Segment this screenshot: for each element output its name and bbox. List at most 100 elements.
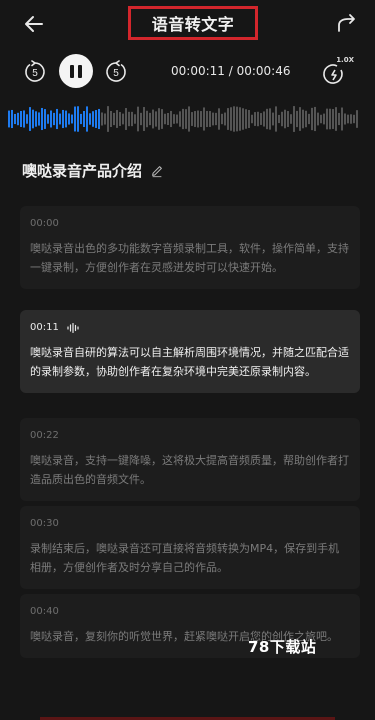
waveform-bar — [65, 110, 67, 128]
waveform-scrubber[interactable] — [8, 104, 358, 134]
waveform-bar — [269, 108, 271, 130]
pause-button[interactable] — [59, 54, 93, 88]
waveform-bar — [332, 109, 334, 129]
playback-speed-button[interactable]: 1.0X — [322, 56, 354, 86]
waveform-bar — [110, 110, 112, 128]
waveform-bar — [29, 107, 31, 131]
waveform-bar — [122, 113, 124, 125]
skip-forward-5-icon[interactable]: 5 — [104, 60, 128, 84]
waveform-bar — [281, 111, 283, 127]
waveform-bar — [167, 112, 169, 126]
waveform-bar — [8, 110, 10, 128]
waveform-bar — [86, 106, 88, 132]
segment-timestamp-row: 00:11 — [30, 322, 350, 333]
transcript-segment[interactable]: 00:00 噢哒录音出色的多功能数字音频录制工具，软件，操作简单，支持一键录制，… — [20, 206, 360, 289]
edit-pencil-icon[interactable] — [150, 164, 164, 178]
waveform-bar — [179, 111, 181, 127]
transcript-segment[interactable]: 00:30 录制结束后，噢哒录音还可直接将音频转换为MP4，保存到手机相册，方便… — [20, 506, 360, 589]
total-time: 00:00:46 — [236, 64, 291, 78]
waveform-bar — [182, 108, 184, 130]
waveform-bar — [266, 108, 268, 130]
waveform-bar — [287, 111, 289, 127]
share-icon[interactable] — [335, 11, 359, 35]
waveform-bar — [314, 106, 316, 132]
segment-text: 噢哒录音，支持一键降噪，这将极大提高音频质量，帮助创作者打造品质出色的音频文件。 — [30, 454, 349, 486]
waveform-bar — [224, 112, 226, 126]
current-time: 00:00:11 — [171, 64, 225, 78]
speed-label: 1.0X — [336, 56, 354, 64]
waveform-bar — [155, 111, 157, 127]
waveform-bar — [335, 107, 337, 131]
segment-timestamp: 00:30 — [30, 518, 59, 529]
waveform-bar — [296, 110, 298, 128]
skip-forward-label: 5 — [113, 68, 119, 79]
waveform-bar — [38, 112, 40, 126]
waveform-bar — [59, 113, 61, 125]
waveform-bar — [131, 111, 133, 127]
skip-back-label: 5 — [32, 68, 38, 79]
waveform-bar — [284, 109, 286, 129]
waveform-bar — [89, 113, 91, 125]
pause-bar-right — [78, 64, 82, 78]
skip-back-5-icon[interactable]: 5 — [23, 60, 47, 84]
waveform-bar — [248, 110, 250, 128]
waveform-bar — [242, 108, 244, 130]
waveform-bar — [254, 112, 256, 126]
waveform-bar — [209, 111, 211, 127]
waveform-bar — [32, 109, 34, 129]
waveform-bar — [272, 112, 274, 126]
page-title: 语音转文字 — [128, 6, 258, 40]
waveform-bar — [152, 109, 154, 129]
waveform-bar — [176, 114, 178, 124]
waveform-bar — [23, 110, 25, 128]
document-title: 噢哒录音产品介绍 — [22, 160, 164, 181]
waveform-bar — [68, 113, 70, 125]
watermark-text: 78下载站 — [248, 638, 317, 656]
waveform-bar — [53, 112, 55, 126]
waveform-bar — [308, 113, 310, 125]
waveform-bar — [164, 113, 166, 125]
waveform-bar — [230, 107, 232, 131]
waveform-bar — [200, 111, 202, 127]
segment-text: 录制结束后，噢哒录音还可直接将音频转换为MP4，保存到手机相册，方便创作者及时分… — [30, 542, 340, 574]
waveform-bar — [134, 114, 136, 124]
waveform-bar — [311, 107, 313, 131]
waveform-bar — [143, 107, 145, 131]
back-arrow-icon[interactable] — [22, 12, 46, 36]
waveform-bar — [326, 108, 328, 130]
waveform-bar — [197, 110, 199, 128]
waveform-bar — [44, 109, 46, 129]
waveform-bar — [74, 106, 76, 132]
waveform-bar — [95, 110, 97, 128]
waveform-bar — [227, 108, 229, 130]
waveform-bar — [104, 113, 106, 125]
waveform-bar — [41, 107, 43, 131]
waveform-bar — [137, 106, 139, 132]
transcript-segment[interactable]: 00:22 噢哒录音，支持一键降噪，这将极大提高音频质量，帮助创作者打造品质出色… — [20, 418, 360, 501]
waveform-bar — [161, 109, 163, 129]
waveform-bar — [299, 107, 301, 131]
waveform-bar — [257, 111, 259, 127]
pause-bar-left — [70, 64, 74, 78]
waveform-bar — [107, 106, 109, 132]
waveform-bar — [338, 112, 340, 126]
waveform-bar — [353, 114, 355, 124]
waveform-bar — [17, 112, 19, 126]
waveform-bar — [98, 108, 100, 130]
waveform-bar — [101, 112, 103, 126]
speed-gauge-icon — [323, 64, 343, 84]
waveform-bar — [221, 113, 223, 125]
waveform-bar — [185, 109, 187, 129]
waveform-bar — [158, 108, 160, 130]
waveform-bar — [203, 107, 205, 131]
waveform-bar — [149, 112, 151, 126]
voice-wave-icon — [67, 322, 79, 333]
waveform-bar — [92, 111, 94, 127]
waveform-bar — [128, 111, 130, 127]
waveform-bar — [215, 112, 217, 126]
waveform-bar — [35, 111, 37, 127]
waveform-bar — [317, 112, 319, 126]
waveform-bar — [71, 114, 73, 124]
waveform-bar — [293, 106, 295, 132]
transcript-segment-active[interactable]: 00:11 噢哒录音自研的算法可以自主解析周围环境情况，并随之匹配合适的录制参数… — [20, 310, 360, 393]
